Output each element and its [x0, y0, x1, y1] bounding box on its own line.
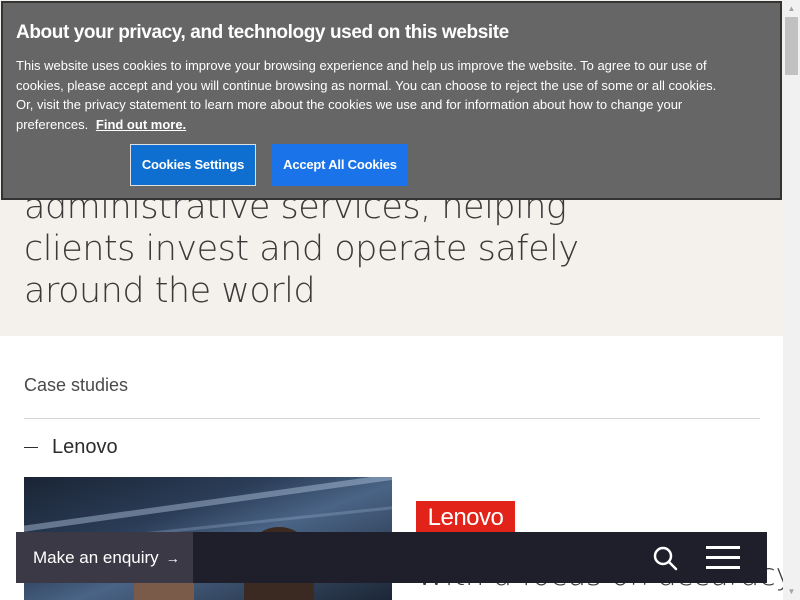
hero-heading: administrative services, helping clients… — [24, 187, 579, 311]
cookie-banner-title: About your privacy, and technology used … — [16, 22, 509, 43]
accept-all-cookies-button[interactable]: Accept All Cookies — [272, 144, 408, 186]
enquiry-label: Make an enquiry — [33, 547, 159, 567]
vertical-scrollbar[interactable]: ▲ ▼ — [783, 0, 800, 600]
scroll-up-icon[interactable]: ▲ — [783, 0, 800, 17]
find-out-more-link[interactable]: Find out more. — [96, 117, 186, 132]
lenovo-logo: Lenovo — [416, 501, 515, 535]
arrow-right-icon: → — [165, 549, 180, 566]
section-divider — [24, 418, 760, 419]
search-icon[interactable] — [652, 545, 678, 571]
scroll-down-icon[interactable]: ▼ — [783, 583, 800, 600]
make-enquiry-button[interactable]: Make an enquiry → — [16, 532, 193, 583]
cookies-settings-button[interactable]: Cookies Settings — [130, 144, 256, 186]
cookie-consent-banner: About your privacy, and technology used … — [1, 1, 782, 200]
accordion-label: Lenovo — [52, 436, 118, 458]
scroll-thumb[interactable] — [785, 17, 798, 75]
hamburger-menu-icon[interactable] — [706, 546, 740, 570]
minus-icon — [24, 446, 38, 449]
case-studies-label: Case studies — [24, 375, 129, 395]
accordion-toggle-lenovo[interactable]: Lenovo — [24, 436, 118, 459]
bottom-action-bar: Make an enquiry → — [16, 532, 767, 583]
cookie-banner-body: This website uses cookies to improve you… — [16, 56, 736, 134]
